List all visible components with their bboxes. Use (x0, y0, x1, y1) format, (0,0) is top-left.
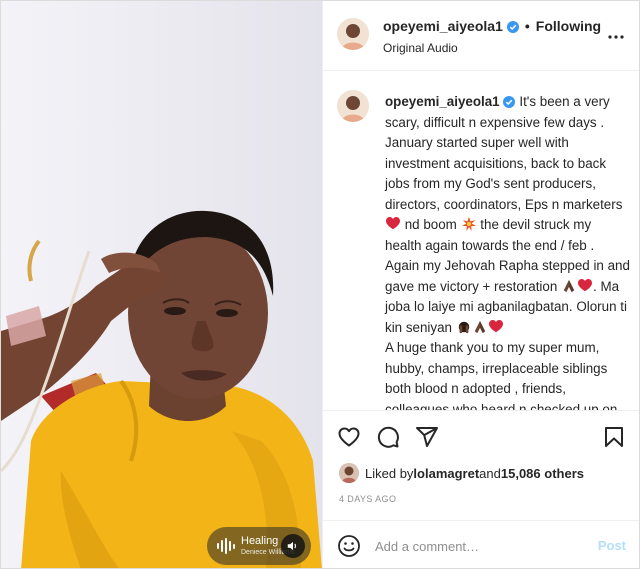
praying-hands-icon (474, 320, 485, 333)
caption-text-part: It's been a very scary, difficult n expe… (385, 94, 623, 212)
comment-bar: Post (323, 520, 639, 568)
emoji-icon[interactable] (337, 534, 361, 558)
video-frame-image (1, 1, 322, 568)
share-icon[interactable] (415, 425, 439, 449)
likes-prefix: Liked by (365, 465, 414, 481)
following-button[interactable]: Following (536, 18, 601, 34)
collision-icon (461, 217, 476, 231)
post-caption: opeyemi_aiyeola1 It's been a very scary,… (385, 92, 631, 410)
bookmark-icon[interactable] (602, 425, 626, 449)
volume-icon[interactable] (281, 534, 305, 558)
avatar[interactable] (337, 90, 369, 122)
verified-badge-icon (506, 20, 519, 33)
praying-hands-icon (563, 279, 575, 292)
separator-dot: • (524, 18, 530, 34)
instagram-post-window: Healing Deniece Williams opeyemi_aiyeola… (0, 0, 640, 569)
post-video[interactable]: Healing Deniece Williams (1, 1, 322, 568)
post-timestamp[interactable]: 4 DAYS AGO (339, 494, 396, 504)
likes-summary: Liked by lolamagret and 15,086 others (339, 463, 584, 483)
post-comment-button[interactable]: Post (598, 538, 626, 553)
caption-text-part: A huge thank you to my super mum, hubby,… (385, 340, 618, 410)
hands-over-face-icon (458, 321, 469, 333)
likes-count-link[interactable]: 15,086 others (501, 466, 584, 481)
verified-badge-icon (502, 96, 515, 108)
caption-text-part: nd boom (401, 217, 461, 232)
caption-username-link[interactable]: opeyemi_aiyeola1 (385, 94, 500, 109)
more-options-icon[interactable] (606, 27, 626, 47)
avatar[interactable] (339, 463, 359, 483)
liked-by-user-link[interactable]: lolamagret (413, 466, 479, 481)
audio-wave-icon (217, 538, 235, 554)
heart-icon[interactable] (337, 425, 361, 449)
caption-scroll-area[interactable]: opeyemi_aiyeola1 It's been a very scary,… (323, 72, 639, 410)
comment-icon[interactable] (376, 425, 400, 449)
post-details-panel: opeyemi_aiyeola1 • Following Original Au… (322, 1, 639, 568)
likes-middle: and (479, 465, 501, 481)
post-header: opeyemi_aiyeola1 • Following Original Au… (323, 1, 639, 71)
original-audio-link[interactable]: Original Audio (383, 41, 458, 55)
comment-input[interactable] (375, 535, 575, 557)
avatar[interactable] (337, 18, 369, 50)
red-heart-icon (386, 217, 400, 230)
red-heart-icon (578, 278, 593, 291)
username-link[interactable]: opeyemi_aiyeola1 (383, 18, 503, 34)
red-heart-icon (488, 319, 503, 332)
audio-attribution-pill[interactable]: Healing Deniece Williams (207, 527, 311, 565)
